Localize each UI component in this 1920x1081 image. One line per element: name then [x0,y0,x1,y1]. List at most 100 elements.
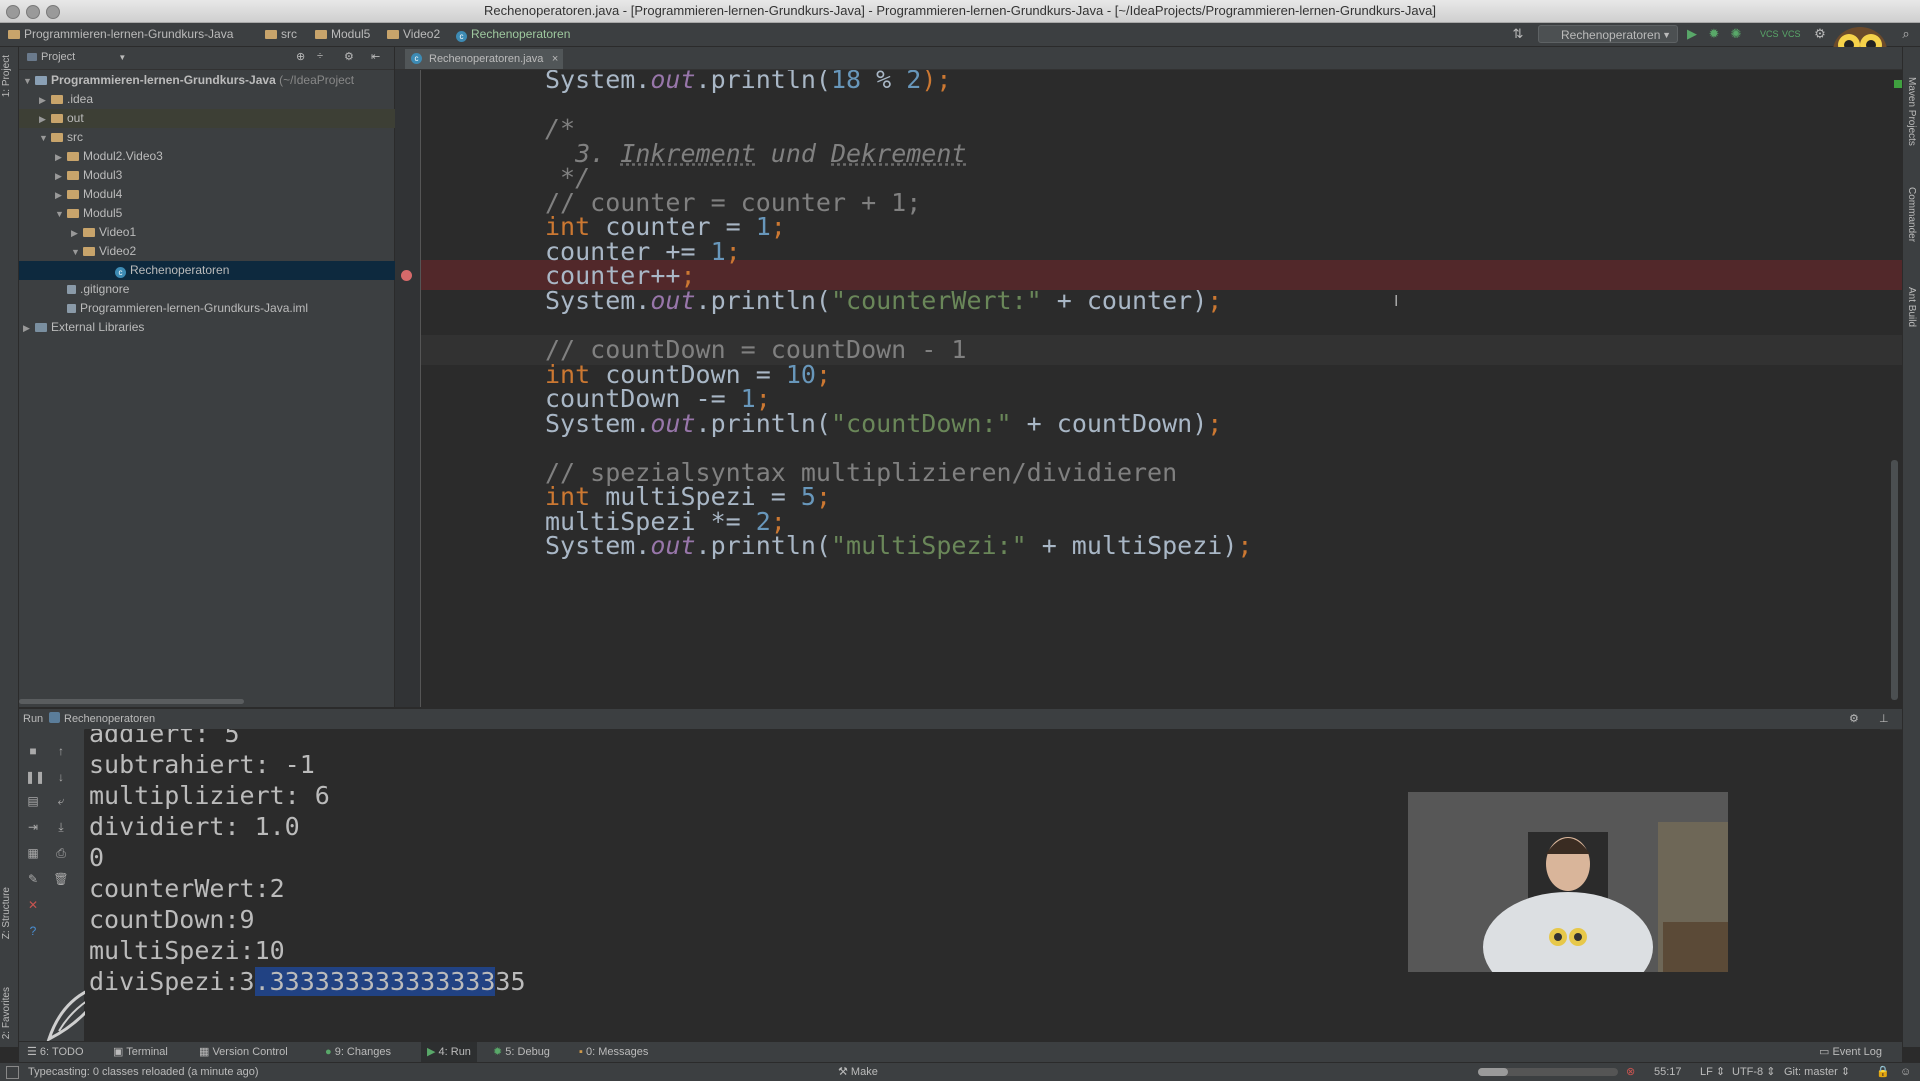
tab-favorites[interactable]: 2: Favorites [1,987,12,1039]
chevron-right-icon[interactable]: ▶ [71,224,83,243]
print-icon[interactable]: ⎙ [53,845,69,861]
tab-project[interactable]: 1: Project [1,55,12,97]
caret-position[interactable]: 55:17 [1654,1063,1682,1081]
build-icon[interactable]: ⇅ [1510,26,1526,42]
coverage-icon[interactable]: ✺ [1728,26,1744,42]
tab-ant-build[interactable]: Ant Build [1906,287,1917,327]
run-config-tab[interactable]: Rechenoperatoren [49,709,155,729]
chevron-down-icon[interactable]: ▼ [39,129,51,148]
tree-item[interactable]: ▶ Modul4 [19,185,430,204]
console-line: addiert: 5 [89,729,240,748]
pin-icon[interactable]: ✎ [25,871,41,887]
code-editor[interactable]: System.out.println(18 % 2);/* 3. Inkreme… [421,70,1902,707]
tree-item[interactable]: ▼ src [19,128,414,147]
tab-structure[interactable]: Z: Structure [1,887,12,939]
collapse-all-icon[interactable]: ÷ [317,50,323,62]
project-view-select[interactable]: Project ▼ [27,51,126,63]
close-tab-icon[interactable]: × [552,49,558,69]
editor-tab-rechenoperatoren[interactable]: c Rechenoperatoren.java × [405,49,564,69]
layout-icon[interactable]: ▦ [25,845,41,861]
stop-icon[interactable]: ■ [25,743,41,759]
folder-icon [83,228,95,237]
run-config-tab-label: Rechenoperatoren [64,713,156,725]
code-token: 5 [800,482,816,512]
tree-item[interactable]: ▶ .idea [19,90,414,109]
exit-icon[interactable]: ⇥ [25,819,41,835]
debug-icon[interactable]: ✹ [1706,26,1722,42]
code-token: System. [545,70,651,94]
event-log-button[interactable]: ▭ Event Log [1819,1042,1882,1062]
breadcrumb-src[interactable]: src [265,27,297,41]
dump-threads-icon[interactable]: ▤ [25,793,41,809]
search-icon[interactable]: ⌕ [1898,26,1914,42]
event-log-icon: ▭ [1819,1046,1833,1058]
gear-icon[interactable]: ⚙ [344,50,354,63]
chevron-right-icon[interactable]: ▶ [23,319,35,338]
soft-wrap-icon[interactable]: ⤶ [53,793,69,809]
tool-window-version-control[interactable]: ▦ Version Control [199,1042,288,1062]
breadcrumb-project[interactable]: Programmieren-lernen-Grundkurs-Java [8,27,233,41]
breadcrumb-label: Modul5 [331,27,371,41]
scroll-to-end-icon[interactable]: ⤓ [53,819,69,835]
tree-item[interactable]: .gitignore [19,280,430,299]
close-icon[interactable]: ✕ [25,897,41,913]
chevron-right-icon[interactable]: ▶ [55,167,67,186]
console-line-divispezi: diviSpezi:3.33333333333333335 [89,967,526,997]
pause-icon[interactable]: ❚❚ [25,769,45,785]
git-branch[interactable]: Git: master ⇕ [1784,1063,1850,1081]
tree-item[interactable]: ▼ Programmieren-lernen-Grundkurs-Java (~/… [19,71,398,90]
vcs-update-icon[interactable]: VCS [1760,26,1779,42]
file-encoding[interactable]: UTF-8 ⇕ [1732,1063,1775,1081]
vertical-scrollbar[interactable] [1891,460,1898,700]
chevron-right-icon[interactable]: ▶ [39,91,51,110]
breadcrumb-video2[interactable]: Video2 [387,27,440,41]
chevron-right-icon[interactable]: ▶ [55,148,67,167]
tool-window-debug[interactable]: ✹ 5: Debug [493,1042,550,1062]
cancel-process-icon[interactable]: ⊗ [1626,1063,1635,1081]
chevron-down-icon[interactable]: ▼ [71,243,83,262]
project-panel-title: Project [41,51,76,63]
tree-item[interactable]: ▶ out [19,109,414,128]
tool-window-run[interactable]: ▶ 4: Run [421,1042,477,1062]
tree-item-label: .idea [67,92,94,106]
up-arrow-icon[interactable]: ↑ [53,743,69,759]
horizontal-scrollbar[interactable] [19,699,244,704]
down-arrow-icon[interactable]: ↓ [53,769,69,785]
chevron-down-icon[interactable]: ▼ [23,72,35,91]
tool-window-messages[interactable]: ▪ 0: Messages [579,1042,648,1062]
trash-icon[interactable]: 🗑 [53,871,69,887]
chevron-right-icon[interactable]: ▶ [55,186,67,205]
scroll-from-source-icon[interactable]: ⊕ [296,50,305,63]
hide-panel-icon[interactable]: ⇤ [371,50,380,63]
tab-maven-projects[interactable]: Maven Projects [1906,77,1917,146]
run-config-select[interactable]: Rechenoperatoren ▼ [1538,25,1678,43]
tree-item[interactable]: ▼ Modul5 [19,204,430,223]
tree-item[interactable]: Programmieren-lernen-Grundkurs-Java.iml [19,299,430,318]
tab-commander[interactable]: Commander [1906,187,1917,242]
breadcrumb-modul5[interactable]: Modul5 [315,27,370,41]
chevron-down-icon[interactable]: ▼ [55,205,67,224]
tree-item[interactable]: ▶ External Libraries [19,318,398,337]
tool-window-todo[interactable]: ☰ 6: TODO [27,1042,84,1062]
toggle-tool-windows-icon[interactable] [6,1066,19,1079]
line-separator[interactable]: LF ⇕ [1700,1063,1725,1081]
editor-gutter[interactable] [395,70,421,707]
tree-item[interactable]: ▶ Modul2.Video3 [19,147,430,166]
vcs-commit-icon[interactable]: VCS [1782,26,1801,42]
tool-window-changes[interactable]: ● 9: Changes [325,1042,391,1062]
run-icon[interactable]: ▶ [1684,26,1700,42]
gear-icon[interactable]: ⚙ [1849,709,1859,729]
breadcrumb-class[interactable]: c Rechenoperatoren [456,27,570,42]
inspector-icon[interactable]: ☺ [1900,1063,1911,1081]
text-cursor-icon: I [1394,293,1399,310]
tree-item[interactable]: ▶ Modul3 [19,166,430,185]
tool-window-terminal[interactable]: ▣ Terminal [113,1042,168,1062]
lock-icon[interactable]: 🔒 [1876,1063,1890,1081]
help-icon[interactable]: ? [25,923,41,939]
minimize-panel-icon[interactable]: ⊥ [1879,709,1889,729]
tree-item[interactable]: ▶ Video1 [19,223,446,242]
settings-icon[interactable]: ⚙ [1812,26,1828,42]
tree-item[interactable]: ▼ Video2 [19,242,446,261]
chevron-right-icon[interactable]: ▶ [39,110,51,129]
breakpoint-icon[interactable] [401,270,412,281]
